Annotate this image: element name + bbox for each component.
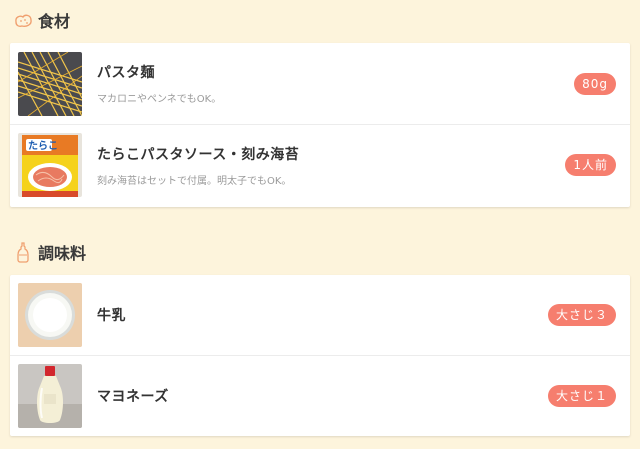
list-item[interactable]: 牛乳 大さじ３ [10, 275, 630, 355]
pasta-noodles-photo [18, 51, 82, 116]
section-header-seasonings: 調味料 [12, 240, 86, 264]
amount-badge: 大さじ３ [547, 304, 616, 326]
list-item[interactable]: マヨネーズ 大さじ１ [10, 355, 630, 435]
ingredient-name: たらこパスタソース・刻み海苔 [97, 146, 300, 163]
potato-icon [12, 9, 34, 31]
seasoning-name: 牛乳 [97, 308, 126, 324]
amount-badge: 1人前 [565, 154, 616, 176]
ingredient-note: マカロニやペンネでもOK。 [97, 94, 222, 105]
amount-badge: 大さじ１ [547, 384, 616, 407]
list-item[interactable]: たらこ たらこパスタソース・刻み海苔 刻み海苔はセットで付属。明太子でもOK。 … [10, 124, 630, 205]
svg-text:たらこ: たらこ [28, 140, 58, 152]
milk-glass-photo [18, 283, 82, 347]
seasonings-list: 牛乳 大さじ３ マヨネーズ 大さじ１ [10, 275, 630, 436]
list-item[interactable]: パスタ麺 マカロニやペンネでもOK。 80g [10, 43, 630, 124]
seasoning-name: マヨネーズ [97, 388, 169, 405]
section-header-ingredients: 食材 [12, 8, 70, 32]
ingredient-note: 刻み海苔はセットで付属。明太子でもOK。 [97, 175, 292, 187]
amount-badge: 80g [574, 72, 616, 95]
ingredient-name: パスタ麺 [97, 65, 155, 81]
tarako-sauce-package-photo: たらこ [18, 133, 82, 197]
mayonnaise-bottle-photo [18, 363, 82, 428]
section-title: 食材 [38, 12, 71, 31]
section-title: 調味料 [38, 244, 87, 263]
condiment-bottle-icon [12, 241, 34, 263]
ingredients-list: パスタ麺 マカロニやペンネでもOK。 80g たらこ たらこパスタソース・刻み海… [10, 43, 630, 207]
